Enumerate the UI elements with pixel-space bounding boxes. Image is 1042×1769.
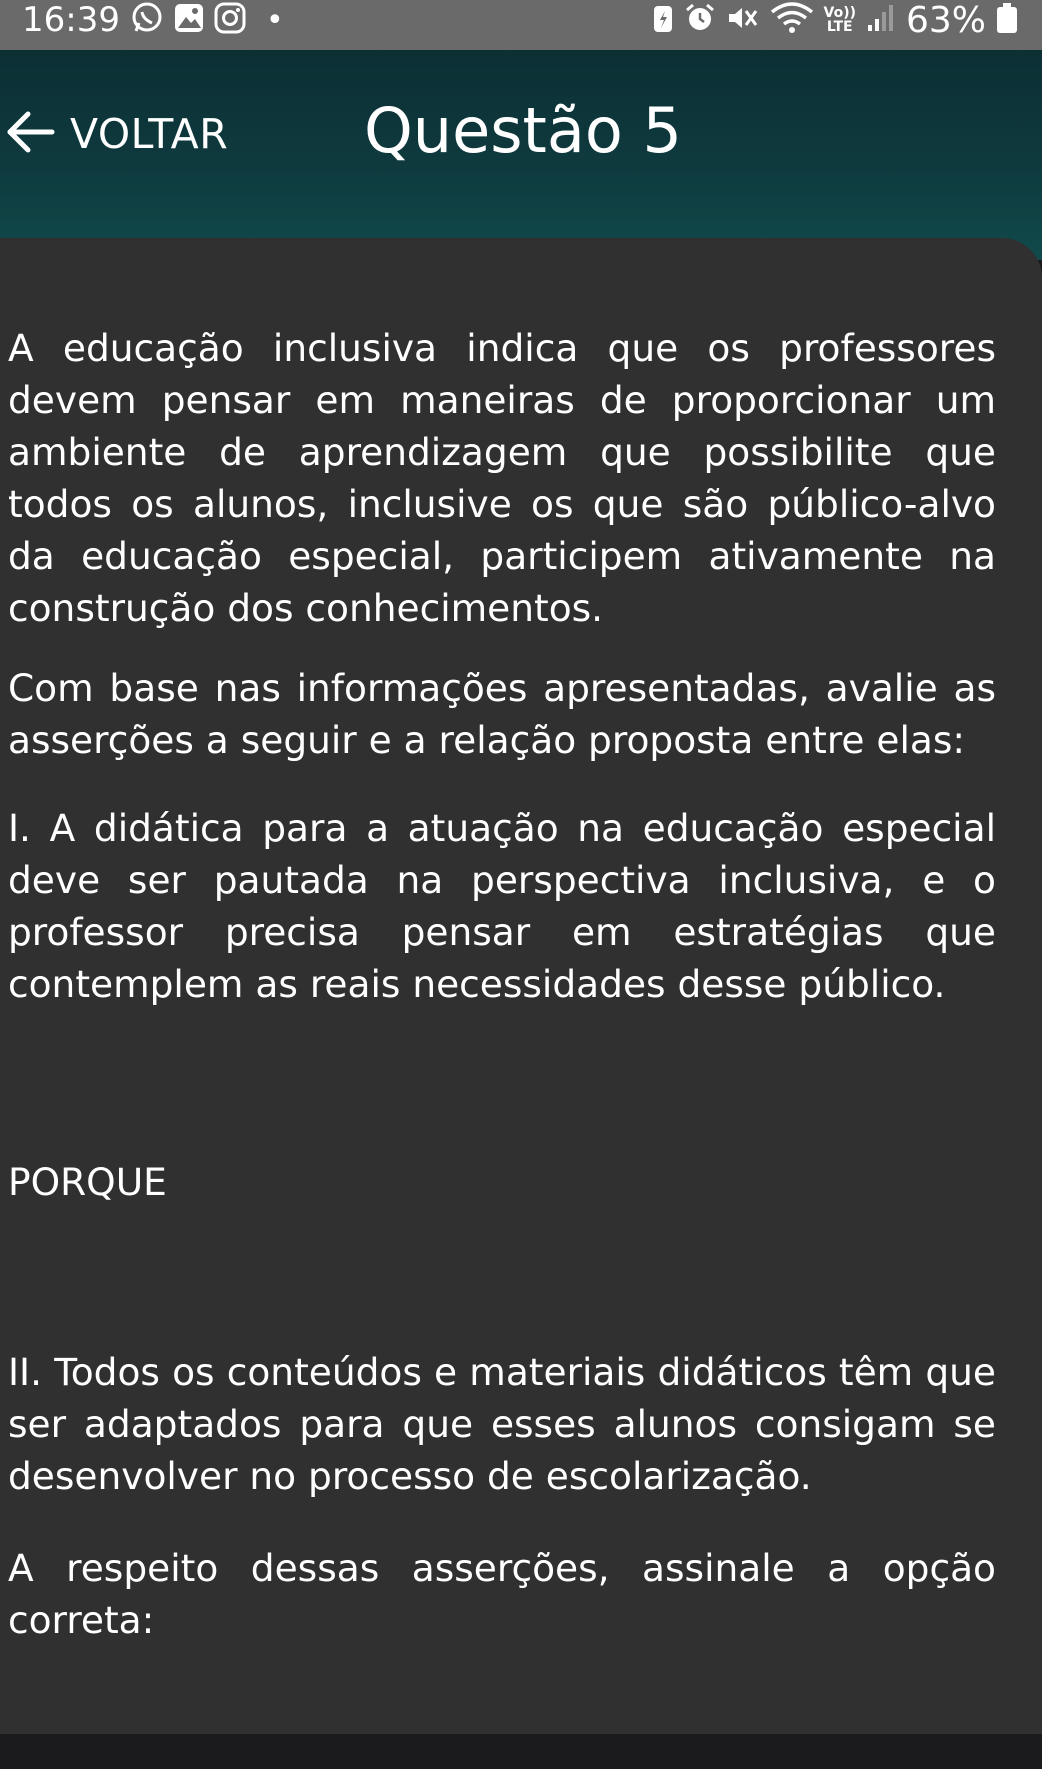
notification-dot: •: [265, 2, 284, 38]
signal-icon: [866, 3, 896, 37]
lte-label: LTE: [826, 19, 853, 35]
wifi-icon: [770, 2, 814, 38]
instagram-icon: [214, 2, 246, 38]
mute-icon: [726, 3, 760, 37]
gallery-icon: [174, 3, 204, 37]
whatsapp-icon: [130, 1, 164, 39]
battery-icon: [996, 2, 1018, 38]
status-bar: 16:39 • Vo)) LTE 63%: [0, 0, 1042, 50]
volte-icon: Vo)) LTE: [824, 6, 856, 34]
question-card: A educação inclusiva indica que os profe…: [0, 238, 1042, 1734]
assertion-2: II. Todos os conteúdos e materiais didát…: [8, 1350, 996, 1498]
question-paragraph-2: Com base nas informações apresentadas, a…: [8, 666, 996, 762]
back-button-label: VOLTAR: [70, 110, 229, 158]
volte-label: Vo)): [823, 5, 856, 21]
app-header: VOLTAR Questão 5: [0, 50, 1042, 260]
back-button[interactable]: VOLTAR: [4, 106, 228, 162]
status-time: 16:39: [22, 0, 120, 40]
bottom-strip: [0, 1734, 1042, 1769]
alarm-icon: [684, 2, 716, 38]
assertion-1: I. A didática para a atuação na educação…: [8, 806, 996, 1006]
question-prompt: A respeito dessas asserções, assinale a …: [8, 1546, 996, 1642]
screen: 16:39 • Vo)) LTE 63% VOLTAR Questão 5 A …: [0, 0, 1042, 1769]
question-paragraph-1: A educação inclusiva indica que os profe…: [8, 326, 996, 630]
status-left: 16:39 •: [22, 0, 284, 40]
page-title: Questão 5: [364, 94, 682, 167]
arrow-left-icon: [4, 110, 56, 158]
battery-percent: 63%: [905, 0, 986, 41]
battery-saver-icon: [652, 3, 674, 37]
status-right: Vo)) LTE 63%: [652, 0, 1019, 41]
question-text: A educação inclusiva indica que os profe…: [8, 322, 996, 1646]
connector-porque: PORQUE: [8, 1160, 167, 1204]
